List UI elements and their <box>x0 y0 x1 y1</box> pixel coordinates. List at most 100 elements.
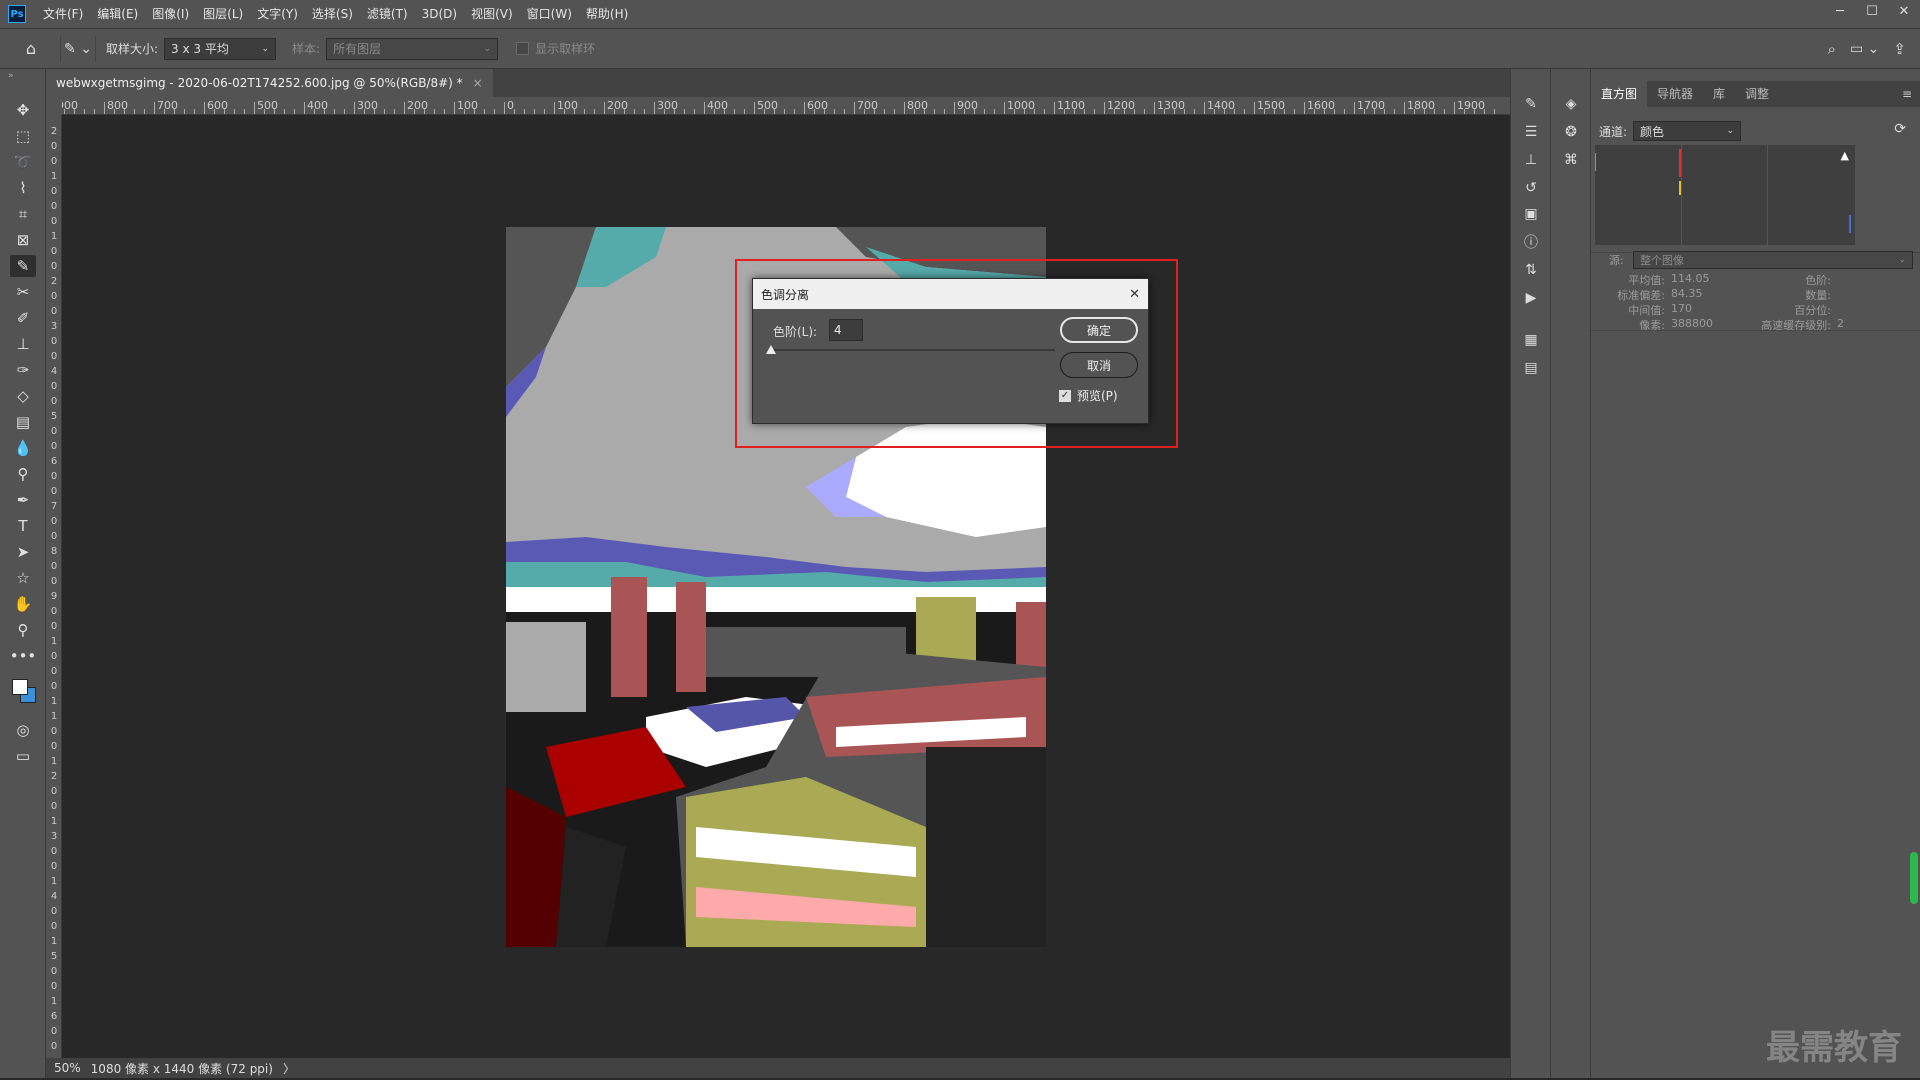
type-tool-icon[interactable]: T <box>10 515 36 537</box>
history-brush-icon[interactable]: ✑ <box>10 359 36 381</box>
menu-item-7[interactable]: 3D(D) <box>415 0 464 29</box>
document-tab[interactable]: webwxgetmsgimg - 2020-06-02T174252.600.j… <box>46 69 493 97</box>
channel-select[interactable]: 颜色 ⌄ <box>1633 121 1742 141</box>
color-swatches[interactable] <box>10 675 38 709</box>
share-icon[interactable]: ⇪ <box>1893 40 1906 58</box>
workspace-icon[interactable]: ▭ ⌄ <box>1850 41 1879 57</box>
screen-mode-icon[interactable]: ▭ <box>10 745 36 767</box>
healing-tool-icon[interactable]: ✂ <box>10 281 36 303</box>
search-icon[interactable]: ⌕ <box>1828 40 1836 58</box>
ruler-v-label: 0 <box>50 441 58 452</box>
menu-item-4[interactable]: 文字(Y) <box>250 0 305 29</box>
eraser-tool-icon[interactable]: ◇ <box>10 385 36 407</box>
ruler-v-label: 0 <box>50 381 58 392</box>
brush-tool-icon[interactable]: ✐ <box>10 307 36 329</box>
actions-icon[interactable]: ▣ <box>1522 205 1540 223</box>
photoshop-logo[interactable]: Ps <box>8 5 26 23</box>
more-tools-icon[interactable]: ••• <box>10 645 37 667</box>
panel-tab-2[interactable]: 库 <box>1703 81 1735 107</box>
dodge-tool-icon[interactable]: ⚲ <box>10 463 36 485</box>
vertical-ruler[interactable]: 2 0 0 1 0 0 0 1 0 0 2 0 0 3 0 0 4 0 0 5 0 0 6 0 0 7 0 0 8 0 0 9 0 0 1 0 0 0 1 1… <box>46 115 62 1058</box>
blur-tool-icon[interactable]: 💧 <box>10 437 36 459</box>
pen-tool-icon[interactable]: ✒ <box>10 489 36 511</box>
horizontal-ruler[interactable]: 9008007006005004003002001000100200300400… <box>62 97 1510 115</box>
ruler-h-label: 1000 <box>1007 99 1035 112</box>
frame-tool-icon[interactable]: ⊠ <box>10 229 36 251</box>
panel-tab-1[interactable]: 导航器 <box>1647 81 1703 107</box>
show-ring-checkbox[interactable] <box>516 42 530 55</box>
stamp-tool-icon[interactable]: ⊥ <box>10 333 36 355</box>
lasso-tool-icon[interactable]: ➰ <box>10 151 36 173</box>
panel-tab-0[interactable]: 直方图 <box>1591 81 1648 107</box>
ruler-v-label: 2 <box>50 771 58 782</box>
ruler-v-label: 1 <box>50 936 58 947</box>
move-tool-icon[interactable]: ✥ <box>10 99 36 121</box>
home-icon[interactable]: ⌂ <box>18 36 44 62</box>
quick-mask-icon[interactable]: ◎ <box>10 719 36 741</box>
brush-settings-icon[interactable]: ✎ <box>1522 95 1540 113</box>
eyedropper-preset-icon[interactable]: ✎ ⌄ <box>60 35 96 62</box>
gradient-tool-icon[interactable]: ▤ <box>10 411 36 433</box>
stat-label: 数量: <box>1805 289 1831 302</box>
zoom-tool-icon[interactable]: ⚲ <box>10 619 36 641</box>
swatches-icon[interactable]: ▦ <box>1522 331 1540 349</box>
minimize-icon[interactable]: ─ <box>1824 0 1856 22</box>
panel-tab-3[interactable]: 调整 <box>1735 81 1779 107</box>
info-icon[interactable]: ⓘ <box>1522 233 1540 251</box>
eyedropper-tool-icon[interactable]: ✎ <box>10 255 36 277</box>
dialog-title-bar[interactable]: 色调分离 ✕ <box>753 279 1148 309</box>
sample-select[interactable]: 所有图层 ⌄ <box>326 37 499 60</box>
ruler-corner <box>46 97 62 115</box>
notes-icon[interactable]: ▤ <box>1522 359 1540 377</box>
ruler-h-minor-tick <box>574 109 575 114</box>
menu-item-0[interactable]: 文件(F) <box>36 0 90 29</box>
ruler-h-minor-tick <box>644 109 645 114</box>
close-tab-icon[interactable]: × <box>473 69 483 97</box>
shape-tool-icon[interactable]: ☆ <box>10 567 36 589</box>
cancel-button[interactable]: 取消 <box>1060 352 1138 378</box>
close-window-icon[interactable]: ✕ <box>1888 0 1920 22</box>
menu-item-3[interactable]: 图层(L) <box>196 0 250 29</box>
layers-icon[interactable]: ◈ <box>1562 95 1580 113</box>
path-select-icon[interactable]: ➤ <box>10 541 36 563</box>
levels-slider-handle[interactable] <box>766 345 776 354</box>
menu-item-9[interactable]: 窗口(W) <box>520 0 579 29</box>
status-arrow-icon[interactable]: 〉 <box>283 1060 295 1077</box>
menu-item-2[interactable]: 图像(I) <box>145 0 196 29</box>
maximize-icon[interactable]: ☐ <box>1856 0 1888 22</box>
sample-size-select[interactable]: 3 x 3 平均 ⌄ <box>164 37 277 60</box>
preview-checkbox[interactable]: ✓ <box>1059 389 1071 402</box>
source-select[interactable]: 整个图像 ⌄ <box>1633 251 1913 269</box>
warning-icon[interactable]: ▲ <box>1841 149 1849 162</box>
menu-item-5[interactable]: 选择(S) <box>305 0 360 29</box>
levels-slider-track[interactable] <box>771 349 1055 351</box>
history-icon[interactable]: ↺ <box>1522 179 1540 197</box>
ruler-h-minor-tick <box>994 109 995 114</box>
play-icon[interactable]: ▶ <box>1522 289 1540 307</box>
collapse-icon[interactable]: » <box>8 71 14 81</box>
marquee-tool-icon[interactable]: ⬚ <box>10 125 36 147</box>
menu-item-1[interactable]: 编辑(E) <box>90 0 145 29</box>
hand-tool-icon[interactable]: ✋ <box>10 593 36 615</box>
clone-source-icon[interactable]: ⊥ <box>1522 151 1540 169</box>
chevron-down-icon: ⌄ <box>1898 255 1906 265</box>
close-icon[interactable]: ✕ <box>1129 287 1140 302</box>
properties-icon[interactable]: ☰ <box>1522 123 1540 141</box>
ruler-h-minor-tick <box>1124 109 1125 114</box>
levels-input[interactable] <box>829 319 863 341</box>
menu-item-8[interactable]: 视图(V) <box>464 0 520 29</box>
layer-comps-icon[interactable]: ⇅ <box>1522 261 1540 279</box>
ruler-h-minor-tick <box>924 109 925 114</box>
channels-icon[interactable]: ❂ <box>1562 123 1580 141</box>
zoom-level[interactable]: 50% <box>54 1061 81 1075</box>
ruler-h-minor-tick <box>264 109 265 114</box>
paths-icon[interactable]: ⌘ <box>1562 151 1580 169</box>
menu-item-10[interactable]: 帮助(H) <box>579 0 635 29</box>
quick-select-tool-icon[interactable]: ⌇ <box>10 177 36 199</box>
refresh-icon[interactable]: ⟳ <box>1894 121 1906 137</box>
menu-item-6[interactable]: 滤镜(T) <box>360 0 415 29</box>
ok-button[interactable]: 确定 <box>1060 317 1138 343</box>
panel-menu-icon[interactable]: ≡ <box>1902 87 1912 101</box>
ruler-h-minor-tick <box>694 109 695 114</box>
crop-tool-icon[interactable]: ⌗ <box>10 203 36 225</box>
